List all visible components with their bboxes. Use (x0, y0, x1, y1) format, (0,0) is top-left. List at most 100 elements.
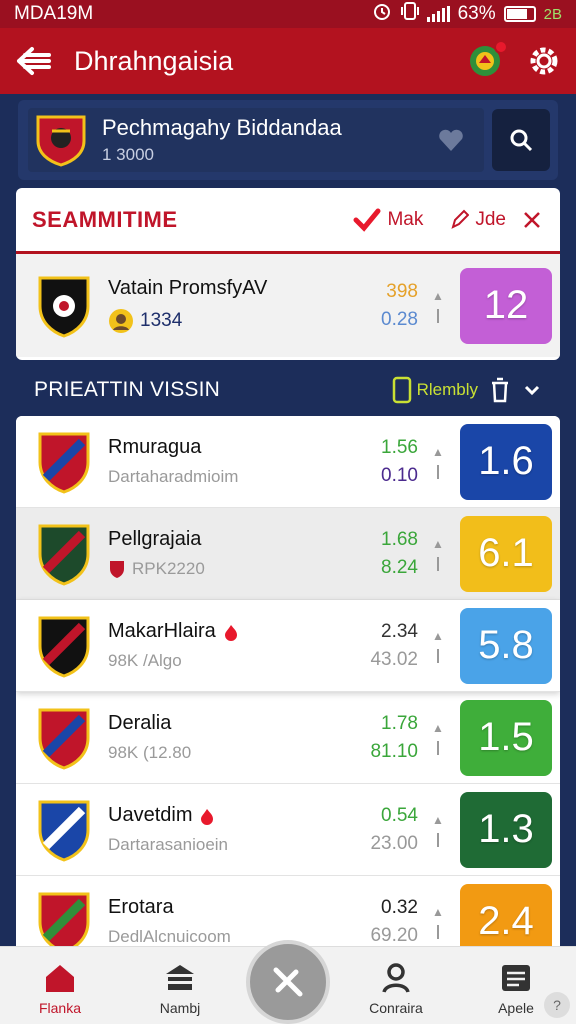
team-meta: Dartarasanioein (108, 835, 229, 854)
team-name: Vatain PromsfyAV (108, 277, 268, 299)
gear-icon[interactable] (526, 43, 562, 79)
team-meta: DedlAlcnuicoom (108, 927, 231, 946)
trash-icon[interactable] (488, 376, 512, 404)
score-badge[interactable]: 1.6 (460, 423, 552, 500)
match-row[interactable]: Rmuragua Dartaharadmioim 1.56 0.10 ▲ 1.6 (16, 416, 560, 508)
back-arrow-icon[interactable] (14, 41, 54, 81)
odd-value: 0.28 (381, 308, 418, 330)
flame-icon (201, 808, 214, 825)
trend-icon: ▲ (424, 721, 452, 755)
help-icon[interactable]: ? (544, 992, 570, 1018)
match-row[interactable]: Deralia 98K (12.80 1.78 81.10 ▲ 1.5 (16, 692, 560, 784)
club-crest-icon (36, 115, 86, 167)
team-badge-icon[interactable] (468, 40, 508, 78)
odd-value: 2.34 (381, 620, 418, 642)
nav-label: Apele (498, 1000, 534, 1016)
odd-value: 43.02 (370, 648, 418, 670)
trend-icon: ▲ (424, 905, 452, 939)
team-name: Rmuragua (108, 436, 202, 458)
nav-label: Flanka (38, 1000, 82, 1016)
battery-icon (503, 6, 536, 22)
notification-dot (494, 40, 508, 54)
center-action-button[interactable] (246, 940, 330, 1024)
odd-value: 1.56 (381, 436, 418, 458)
section-title: PRIEATTIN VISSIN (34, 378, 221, 401)
match-row[interactable]: Pellgrajaia RPK2220 1.68 8.24 ▲ 6.1 (16, 508, 560, 600)
nav-item-stadium[interactable]: Nambj (120, 960, 240, 1016)
odd-value: 0.54 (381, 804, 418, 826)
odd-value: 23.00 (370, 832, 418, 854)
shield-icon (110, 561, 124, 578)
favorite-icon[interactable] (436, 125, 466, 155)
trend-icon: ▲ (424, 537, 452, 571)
pitch-icon (273, 967, 303, 997)
search-button[interactable] (492, 109, 550, 171)
search-icon (510, 129, 533, 152)
app-title: Dhrahngaisia (74, 45, 234, 76)
app-bar: Dhrahngaisia (0, 28, 576, 94)
signal-icon (426, 6, 450, 22)
score-badge[interactable]: 6.1 (460, 515, 552, 592)
odd-value: 8.24 (381, 556, 418, 578)
featured-team-title: Pechmagahy Biddandaa (102, 115, 342, 140)
team-name: Uavetdim (108, 804, 193, 826)
nav-label: Nambj (159, 1000, 201, 1016)
odd-value: 69.20 (370, 924, 418, 946)
mark-button[interactable]: Mak (387, 209, 423, 231)
status-time: MDA19M (14, 3, 94, 24)
trend-icon: ▲ (424, 813, 452, 847)
chevron-down-icon[interactable] (522, 380, 542, 400)
trend-icon: ▲ (424, 289, 452, 323)
live-title: SEAMMITIME (32, 206, 178, 232)
live-match-card: SEAMMITIME Mak Jde Vatain PromsfyAV 1334… (16, 188, 560, 360)
flame-icon (224, 624, 237, 641)
match-row[interactable]: Uavetdim Dartarasanioein 0.54 23.00 ▲ 1.… (16, 784, 560, 876)
live-match-row[interactable]: Vatain PromsfyAV 1334 398 0.28 ▲ 12 (16, 254, 560, 357)
featured-team-subtitle: 1 3000 (102, 145, 154, 164)
battery-percent: 63% (457, 3, 496, 24)
score-badge[interactable]: 12 (460, 267, 552, 344)
list-icon (502, 965, 530, 991)
recent-filter-label: Rlembly (416, 380, 478, 399)
close-icon[interactable] (520, 208, 544, 232)
nav-item-profile[interactable]: Conraira (336, 960, 456, 1016)
score-badge[interactable]: 1.3 (460, 791, 552, 868)
player-avatar-icon (109, 309, 133, 333)
match-row[interactable]: MakarHlaira 98K /Algo 2.34 43.02 ▲ 5.8 (16, 600, 560, 692)
home-icon (46, 965, 74, 992)
profile-icon (382, 963, 410, 993)
team-meta: 98K (12.80 (108, 743, 192, 762)
club-crest-icon (38, 432, 90, 494)
odd-value: 0.32 (381, 896, 418, 918)
phone-icon (392, 376, 411, 404)
trend-icon: ▲ (424, 629, 452, 663)
trend-icon: ▲ (424, 445, 452, 479)
recent-filter[interactable]: Rlembly (391, 376, 478, 404)
alarm-icon (371, 1, 393, 27)
score-badge[interactable]: 1.5 (460, 699, 552, 776)
hide-button[interactable]: Jde (475, 209, 506, 231)
check-icon[interactable] (353, 208, 381, 232)
status-bar: MDA19M 63% 2B (0, 0, 576, 28)
edit-icon[interactable] (449, 209, 470, 231)
live-header: SEAMMITIME Mak Jde (16, 188, 560, 254)
stadium-icon (166, 965, 194, 990)
team-meta: RPK2220 (132, 559, 205, 578)
odd-value: 1.78 (381, 712, 418, 734)
club-crest-icon (38, 524, 90, 586)
match-list: Rmuragua Dartaharadmioim 1.56 0.10 ▲ 1.6… (16, 416, 560, 968)
featured-team-card[interactable]: Pechmagahy Biddandaa 1 3000 (18, 100, 558, 180)
nav-item-home[interactable]: Flanka (0, 960, 120, 1016)
team-name: MakarHlaira (108, 620, 216, 642)
data-icon: 2B (543, 5, 562, 23)
team-name: Erotara (108, 896, 174, 918)
club-crest-icon (38, 616, 90, 678)
odd-value: 1.68 (381, 528, 418, 550)
team-name: Deralia (108, 712, 172, 734)
nav-label: Conraira (369, 1000, 423, 1016)
team-meta: Dartaharadmioim (108, 467, 239, 486)
score-badge[interactable]: 5.8 (460, 607, 552, 684)
club-crest-icon (38, 276, 90, 338)
club-crest-icon (38, 800, 90, 862)
club-crest-icon (38, 708, 90, 770)
